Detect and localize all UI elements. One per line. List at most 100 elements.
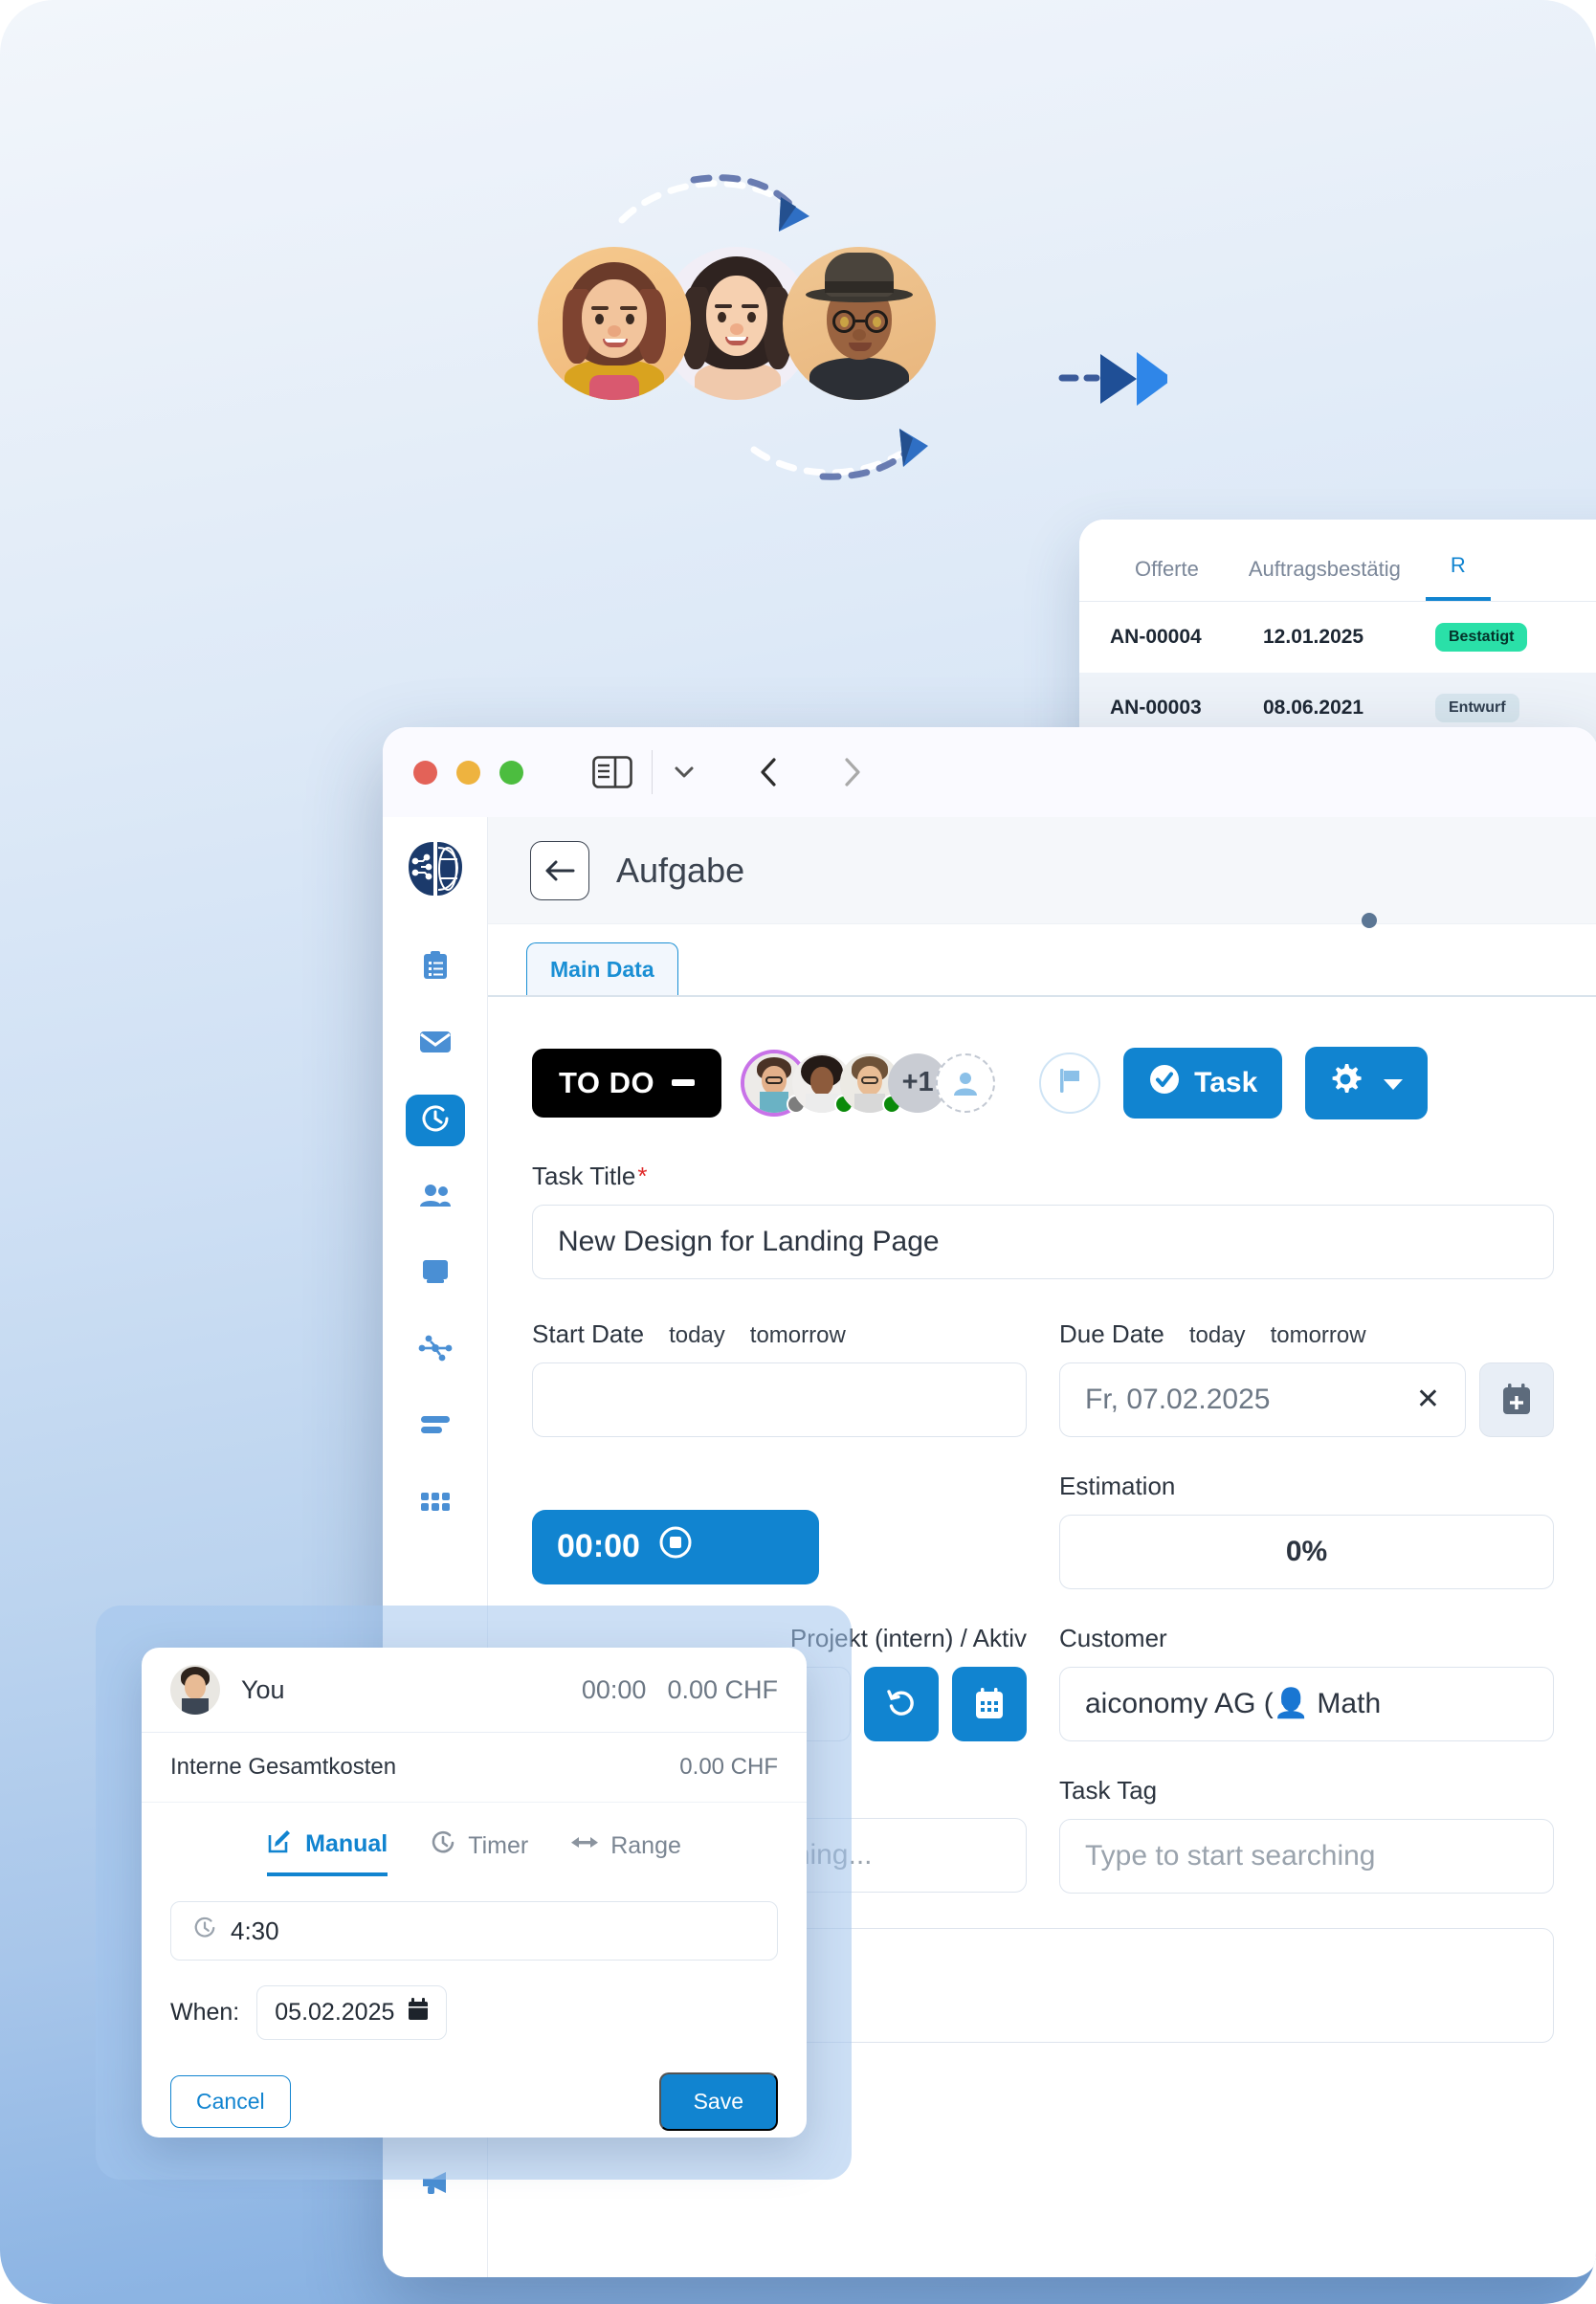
tab-auftragsbestaetigung[interactable]: Auftragsbestätig — [1224, 557, 1426, 601]
task-tag-label: Task Tag — [1059, 1775, 1158, 1805]
due-date-label: Due Date — [1059, 1318, 1164, 1348]
calendar-plus-icon[interactable] — [1479, 1362, 1554, 1437]
reset-icon[interactable] — [864, 1666, 939, 1741]
avatar — [170, 1665, 220, 1715]
duration-input[interactable]: 4:30 — [170, 1901, 778, 1961]
flag-button[interactable] — [1039, 1052, 1101, 1114]
start-date-tomorrow[interactable]: tomorrow — [750, 1322, 846, 1349]
sidebar-item-clipboard[interactable] — [406, 942, 465, 993]
task-title-label-text: Task Title — [532, 1161, 636, 1190]
tab-manual[interactable]: Manual — [267, 1828, 388, 1876]
timer-value: 00:00 — [557, 1528, 640, 1565]
tab-timer[interactable]: Timer — [430, 1828, 528, 1876]
tab-main-data[interactable]: Main Data — [526, 942, 678, 995]
time-entry-tabs: Manual Timer Range — [142, 1803, 807, 1876]
customer-field: Customer aiconomy AG (👤 Math — [1059, 1624, 1554, 1741]
book-icon — [421, 1258, 450, 1290]
page-header: Aufgabe — [488, 817, 1596, 924]
customer-input[interactable]: aiconomy AG (👤 Math — [1059, 1666, 1554, 1741]
task-title-input[interactable]: New Design for Landing Page — [532, 1204, 1554, 1279]
assignee-avatars[interactable]: +1 — [744, 1052, 996, 1114]
start-date-label: Start Date — [532, 1318, 645, 1348]
cancel-button[interactable]: Cancel — [170, 2075, 291, 2128]
due-date-today[interactable]: today — [1189, 1322, 1246, 1349]
tab-range-label: Range — [610, 1832, 681, 1859]
start-date-today[interactable]: today — [669, 1322, 725, 1349]
sidebar-item-mail[interactable] — [406, 1018, 465, 1070]
sidebar-item-people[interactable] — [406, 1171, 465, 1223]
sidebar-item-book[interactable] — [406, 1248, 465, 1299]
stop-record-icon[interactable] — [657, 1524, 694, 1569]
task-button[interactable]: Task — [1123, 1047, 1283, 1119]
brain-globe-logo[interactable] — [404, 838, 467, 899]
clipboard-icon — [421, 950, 450, 986]
chevron-down-icon[interactable] — [672, 760, 697, 785]
caret-down-icon — [1382, 1067, 1405, 1099]
hero-background: Offerte Auftragsbestätig R AN-00004 12.0… — [0, 0, 1596, 2304]
task-toolbar: TO DO +1 Task — [532, 1046, 1554, 1119]
status-chip[interactable]: TO DO — [532, 1048, 722, 1118]
maximize-green[interactable] — [499, 760, 523, 785]
start-date-input[interactable] — [532, 1362, 1027, 1437]
customer-label: Customer — [1059, 1623, 1167, 1652]
due-date-input[interactable]: Fr, 07.02.2025 ✕ — [1059, 1362, 1466, 1437]
pencil-square-icon — [267, 1828, 294, 1861]
internal-costs-label: Interne Gesamtkosten — [170, 1754, 397, 1780]
browser-chrome — [383, 727, 1596, 817]
estimation-input[interactable]: 0% — [1059, 1514, 1554, 1589]
status-badge: Bestatigt — [1435, 623, 1528, 652]
cell-status: Entwurf — [1435, 694, 1596, 722]
when-date-input[interactable]: 05.02.2025 — [256, 1985, 448, 2040]
cell-number: AN-00003 — [1110, 697, 1202, 719]
sidebar-item-timer[interactable] — [405, 1095, 465, 1146]
duration-value: 4:30 — [231, 1916, 279, 1945]
timer-pill[interactable]: 00:00 — [532, 1509, 819, 1584]
estimation-label: Estimation — [1059, 1471, 1176, 1500]
cell-date: 08.06.2021 — [1263, 697, 1364, 719]
minimize-yellow[interactable] — [456, 760, 480, 785]
calendar-icon — [408, 1998, 429, 2027]
avatars-illustration — [517, 163, 1167, 498]
add-person-icon[interactable] — [936, 1052, 996, 1113]
time-entry-popup: You 00:00 0.00 CHF Interne Gesamtkosten … — [142, 1648, 807, 2138]
cell-number: AN-00004 — [1110, 626, 1202, 648]
tab-rechnung[interactable]: R — [1425, 553, 1491, 601]
tab-offerte[interactable]: Offerte — [1110, 557, 1224, 601]
when-label: When: — [170, 1999, 240, 2026]
sidebar-panel-icon[interactable] — [592, 756, 632, 788]
divider — [652, 750, 653, 794]
stopwatch-icon — [430, 1829, 456, 1863]
table-row[interactable]: AN-00004 12.01.2025 Bestatigt C — [1079, 602, 1596, 673]
tab-range[interactable]: Range — [570, 1828, 681, 1876]
illustration-avatar-1 — [538, 247, 691, 400]
task-tag-input[interactable]: Type to start searching — [1059, 1818, 1554, 1894]
sidebar-item-grid[interactable] — [406, 1477, 465, 1529]
settings-button[interactable] — [1305, 1046, 1429, 1119]
save-button[interactable]: Save — [658, 2072, 778, 2131]
sidebar-item-network[interactable] — [406, 1324, 465, 1376]
start-date-field: Start Date today tomorrow — [532, 1319, 1027, 1437]
due-date-label-row: Due Date today tomorrow — [1059, 1319, 1554, 1349]
cell-status: Bestatigt — [1435, 623, 1596, 652]
required-marker: * — [637, 1161, 648, 1190]
detail-tabbar: Main Data — [488, 924, 1596, 995]
back-button[interactable] — [530, 840, 589, 900]
calendar-icon[interactable] — [952, 1666, 1027, 1741]
timer-field: 00:00 — [532, 1472, 1027, 1589]
time-entry-footer: Cancel Save — [170, 2072, 778, 2131]
sidebar-item-list[interactable] — [406, 1401, 465, 1452]
due-date-tomorrow[interactable]: tomorrow — [1271, 1322, 1366, 1349]
task-button-label: Task — [1194, 1066, 1258, 1098]
close-icon[interactable]: ✕ — [1416, 1383, 1440, 1416]
stopwatch-icon — [192, 1916, 217, 1947]
page-title: Aufgabe — [616, 850, 745, 890]
tab-manual-label: Manual — [305, 1830, 388, 1857]
minus-icon — [672, 1079, 696, 1087]
status-chip-label: TO DO — [559, 1065, 655, 1099]
chevron-left-icon[interactable] — [756, 756, 781, 788]
mail-icon — [419, 1030, 452, 1059]
chevron-right-icon[interactable] — [840, 756, 865, 788]
internal-costs-row: Interne Gesamtkosten 0.00 CHF — [142, 1733, 807, 1803]
close-red[interactable] — [413, 760, 437, 785]
cell-date: 12.01.2025 — [1263, 626, 1364, 648]
